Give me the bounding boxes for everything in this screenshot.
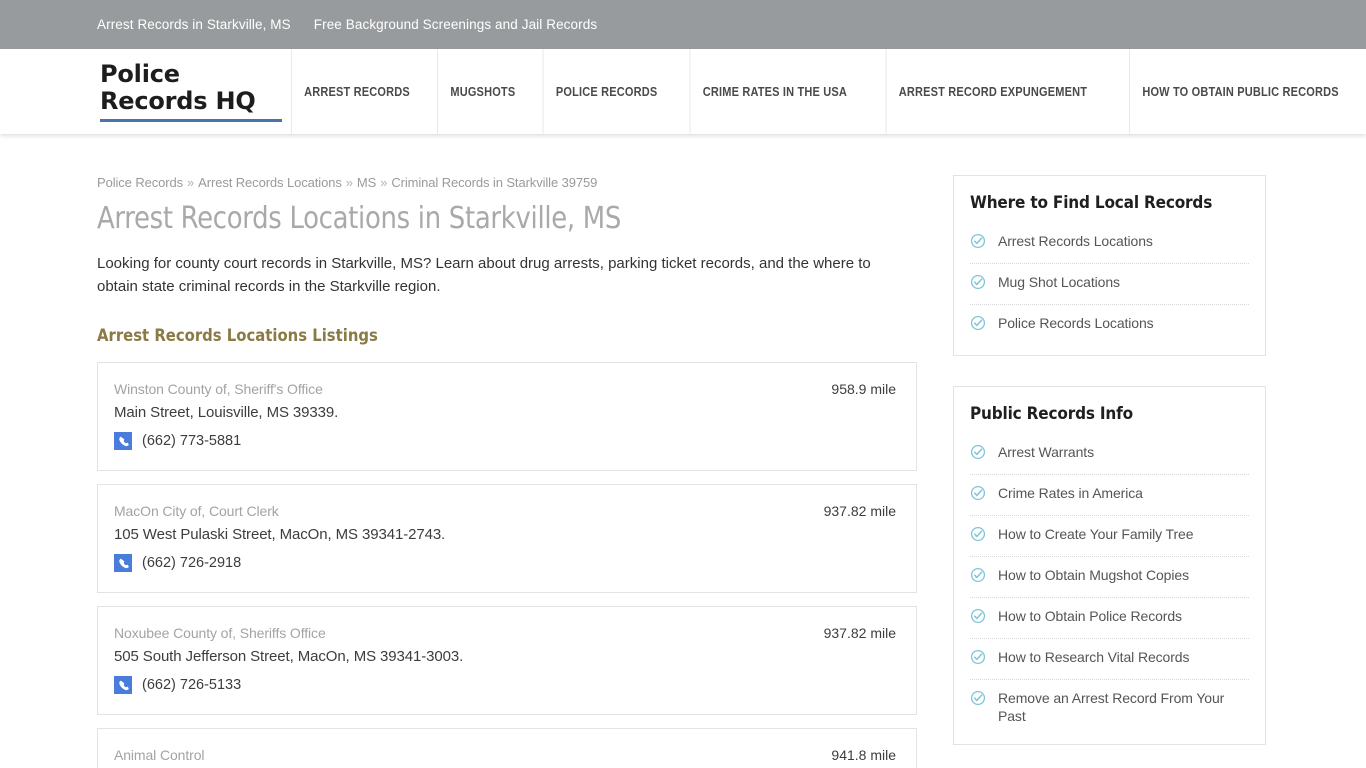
- listing-address: 505 South Jefferson Street, MacOn, MS 39…: [114, 648, 464, 665]
- breadcrumb-separator: »: [380, 175, 388, 190]
- list-item-label[interactable]: How to Obtain Police Records: [998, 607, 1182, 625]
- main-navigation: ARREST RECORDS MUGSHOTS POLICE RECORDS C…: [282, 49, 1366, 134]
- listing-header: MacOn City of, Court Clerk 937.82 mile: [114, 503, 896, 519]
- list-item-label[interactable]: Arrest Records Locations: [998, 232, 1153, 250]
- check-circle-icon: [970, 690, 986, 711]
- widget-list: Arrest Warrants Crime Rates in America H…: [970, 434, 1249, 734]
- topbar-link-arrest-records[interactable]: Arrest Records in Starkville, MS: [97, 17, 291, 32]
- site-header: Police Records HQ ARREST RECORDS MUGSHOT…: [0, 49, 1366, 134]
- check-circle-icon: [970, 444, 986, 465]
- list-item-label[interactable]: Mug Shot Locations: [998, 273, 1120, 291]
- nav-item-how-to-obtain-public-records[interactable]: HOW TO OBTAIN PUBLIC RECORDS: [1128, 49, 1351, 134]
- listing-distance: 941.8 mile: [831, 747, 896, 763]
- nav-item-mugshots[interactable]: MUGSHOTS: [436, 49, 527, 134]
- site-logo[interactable]: Police Records HQ: [100, 61, 282, 122]
- listing-distance: 937.82 mile: [823, 625, 896, 641]
- widget-list: Arrest Records Locations Mug Shot Locati…: [970, 223, 1249, 345]
- listings-section-title: Arrest Records Locations Listings: [97, 326, 378, 345]
- intro-paragraph: Looking for county court records in Star…: [97, 255, 871, 295]
- check-circle-icon: [970, 567, 986, 588]
- nav-item-arrest-record-expungement[interactable]: ARREST RECORD EXPUNGEMENT: [885, 49, 1099, 134]
- topbar-link-background-screenings[interactable]: Free Background Screenings and Jail Reco…: [314, 17, 597, 32]
- widget-public-records-info: Public Records Info Arrest Warrants Crim…: [953, 386, 1266, 745]
- listing-phone-number[interactable]: (662) 726-5133: [142, 677, 241, 693]
- listing-phone-number[interactable]: (662) 726-2918: [142, 555, 241, 571]
- listing-header: Noxubee County of, Sheriffs Office 937.8…: [114, 625, 896, 641]
- list-item-label[interactable]: Arrest Warrants: [998, 443, 1094, 461]
- nav-item-arrest-records[interactable]: ARREST RECORDS: [290, 49, 421, 134]
- check-circle-icon: [970, 485, 986, 506]
- listing-card[interactable]: MacOn City of, Court Clerk 937.82 mile 1…: [97, 484, 917, 593]
- phone-icon: [114, 676, 132, 694]
- list-item[interactable]: Mug Shot Locations: [970, 264, 1249, 305]
- listing-card[interactable]: Winston County of, Sheriff's Office 958.…: [97, 362, 917, 471]
- list-item[interactable]: How to Obtain Police Records: [970, 598, 1249, 639]
- breadcrumb-separator: »: [187, 175, 195, 190]
- breadcrumb-item-current[interactable]: Criminal Records in Starkville 39759: [391, 175, 597, 190]
- check-circle-icon: [970, 649, 986, 670]
- listing-distance: 937.82 mile: [823, 503, 896, 519]
- breadcrumb-item-arrest-records-locations[interactable]: Arrest Records Locations: [198, 175, 342, 190]
- list-item-label[interactable]: How to Obtain Mugshot Copies: [998, 566, 1189, 584]
- listing-name[interactable]: Noxubee County of, Sheriffs Office: [114, 625, 326, 641]
- listing-name[interactable]: Winston County of, Sheriff's Office: [114, 381, 323, 397]
- listing-address: 105 West Pulaski Street, MacOn, MS 39341…: [114, 526, 446, 543]
- check-circle-icon: [970, 526, 986, 547]
- phone-icon: [114, 554, 132, 572]
- nav-item-police-records[interactable]: POLICE RECORDS: [542, 49, 669, 134]
- breadcrumb: Police Records» Arrest Records Locations»…: [97, 175, 917, 190]
- page-title: Arrest Records Locations in Starkville, …: [97, 201, 622, 236]
- check-circle-icon: [970, 608, 986, 629]
- list-item[interactable]: Crime Rates in America: [970, 475, 1249, 516]
- list-item[interactable]: Remove an Arrest Record From Your Past: [970, 680, 1249, 734]
- page-body: Police Records» Arrest Records Locations»…: [0, 134, 1366, 768]
- listing-phone-row: (662) 726-5133: [114, 676, 896, 694]
- breadcrumb-item-police-records[interactable]: Police Records: [97, 175, 183, 190]
- listing-header: Animal Control 941.8 mile: [114, 747, 896, 763]
- listing-header: Winston County of, Sheriff's Office 958.…: [114, 381, 896, 397]
- top-announcement-bar: Arrest Records in Starkville, MS Free Ba…: [0, 0, 1366, 49]
- sidebar: Where to Find Local Records Arrest Recor…: [953, 175, 1266, 768]
- main-content: Police Records» Arrest Records Locations»…: [97, 175, 917, 768]
- widget-title: Public Records Info: [970, 404, 1133, 424]
- list-item[interactable]: Police Records Locations: [970, 305, 1249, 345]
- list-item[interactable]: Arrest Records Locations: [970, 223, 1249, 264]
- nav-item-crime-rates-in-the-usa[interactable]: CRIME RATES IN THE USA: [689, 49, 859, 134]
- listing-card[interactable]: Animal Control 941.8 mile North Washingt…: [97, 728, 917, 768]
- logo-container: Police Records HQ: [0, 49, 282, 134]
- breadcrumb-item-ms[interactable]: MS: [357, 175, 376, 190]
- list-item-label[interactable]: Crime Rates in America: [998, 484, 1143, 502]
- list-item-label[interactable]: Remove an Arrest Record From Your Past: [998, 689, 1249, 725]
- list-item[interactable]: Arrest Warrants: [970, 434, 1249, 475]
- listing-name[interactable]: MacOn City of, Court Clerk: [114, 503, 279, 519]
- check-circle-icon: [970, 274, 986, 295]
- list-item[interactable]: How to Research Vital Records: [970, 639, 1249, 680]
- listing-card[interactable]: Noxubee County of, Sheriffs Office 937.8…: [97, 606, 917, 715]
- listing-phone-number[interactable]: (662) 773-5881: [142, 433, 241, 449]
- listing-address: Main Street, Louisville, MS 39339.: [114, 404, 339, 421]
- check-circle-icon: [970, 233, 986, 254]
- listing-phone-row: (662) 726-2918: [114, 554, 896, 572]
- listing-name[interactable]: Animal Control: [114, 747, 205, 763]
- phone-icon: [114, 432, 132, 450]
- breadcrumb-separator: »: [345, 175, 353, 190]
- list-item[interactable]: How to Create Your Family Tree: [970, 516, 1249, 557]
- widget-title: Where to Find Local Records: [970, 193, 1213, 213]
- listing-distance: 958.9 mile: [831, 381, 896, 397]
- listing-phone-row: (662) 773-5881: [114, 432, 896, 450]
- check-circle-icon: [970, 315, 986, 336]
- list-item-label[interactable]: Police Records Locations: [998, 314, 1154, 332]
- list-item[interactable]: How to Obtain Mugshot Copies: [970, 557, 1249, 598]
- list-item-label[interactable]: How to Create Your Family Tree: [998, 525, 1194, 543]
- widget-where-to-find-local-records: Where to Find Local Records Arrest Recor…: [953, 175, 1266, 356]
- list-item-label[interactable]: How to Research Vital Records: [998, 648, 1189, 666]
